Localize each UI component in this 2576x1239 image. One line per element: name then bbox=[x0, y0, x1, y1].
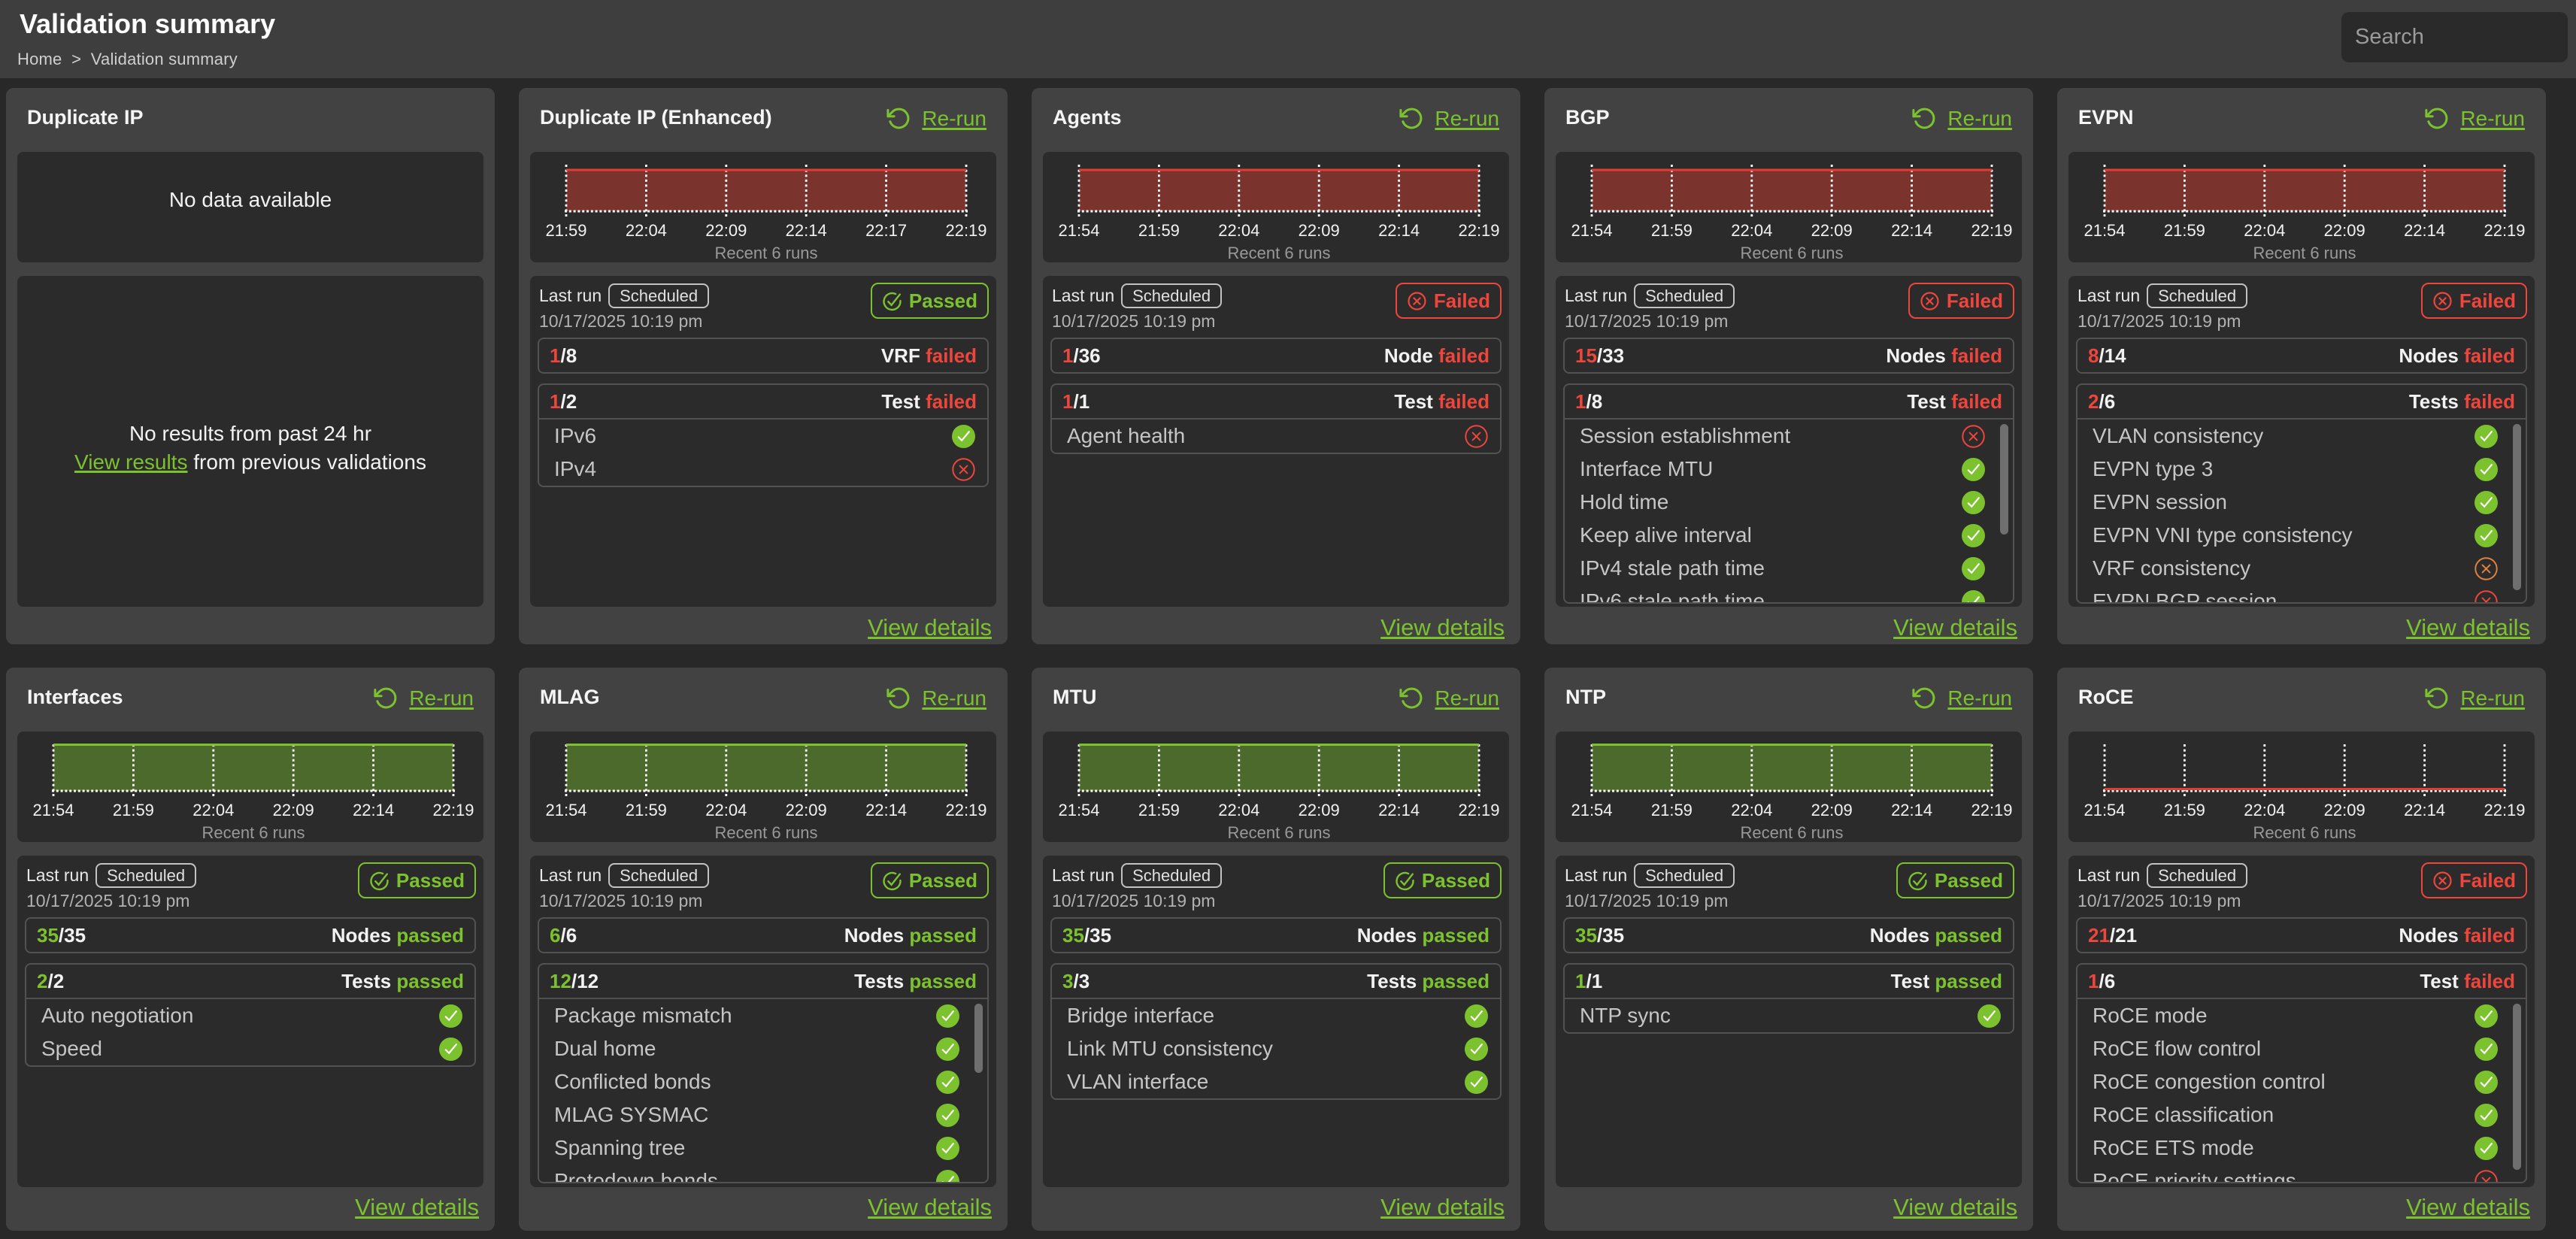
svg-text:22:09: 22:09 bbox=[1811, 801, 1853, 819]
svg-text:22:04: 22:04 bbox=[1731, 801, 1772, 819]
svg-text:22:09: 22:09 bbox=[1299, 221, 1340, 240]
svg-text:22:04: 22:04 bbox=[2244, 221, 2285, 240]
svg-text:22:17: 22:17 bbox=[865, 221, 907, 240]
svg-text:22:09: 22:09 bbox=[2324, 221, 2365, 240]
svg-text:22:09: 22:09 bbox=[1811, 221, 1853, 240]
svg-text:21:54: 21:54 bbox=[1571, 801, 1612, 819]
svg-text:22:14: 22:14 bbox=[786, 221, 827, 240]
svg-text:22:04: 22:04 bbox=[1218, 221, 1259, 240]
svg-text:21:54: 21:54 bbox=[1571, 221, 1612, 240]
svg-text:22:14: 22:14 bbox=[1891, 221, 1932, 240]
svg-text:Recent 6 runs: Recent 6 runs bbox=[202, 823, 305, 842]
svg-text:22:14: 22:14 bbox=[353, 801, 394, 819]
svg-text:21:59: 21:59 bbox=[626, 801, 667, 819]
svg-text:22:04: 22:04 bbox=[1731, 221, 1772, 240]
svg-text:22:04: 22:04 bbox=[2244, 801, 2285, 819]
svg-text:21:54: 21:54 bbox=[2084, 221, 2125, 240]
svg-text:Recent 6 runs: Recent 6 runs bbox=[2253, 823, 2356, 842]
svg-text:21:54: 21:54 bbox=[32, 801, 74, 819]
svg-text:22:19: 22:19 bbox=[1971, 801, 2012, 819]
svg-text:Recent 6 runs: Recent 6 runs bbox=[715, 823, 818, 842]
svg-text:22:19: 22:19 bbox=[2484, 221, 2525, 240]
svg-text:21:54: 21:54 bbox=[1058, 221, 1099, 240]
svg-text:22:04: 22:04 bbox=[705, 801, 747, 819]
svg-text:22:14: 22:14 bbox=[2404, 221, 2445, 240]
svg-text:21:59: 21:59 bbox=[1651, 801, 1693, 819]
svg-text:22:09: 22:09 bbox=[273, 801, 314, 819]
svg-text:21:59: 21:59 bbox=[1651, 221, 1693, 240]
svg-text:21:59: 21:59 bbox=[545, 221, 586, 240]
svg-text:21:54: 21:54 bbox=[545, 801, 586, 819]
svg-text:Recent 6 runs: Recent 6 runs bbox=[1228, 823, 1331, 842]
svg-text:22:04: 22:04 bbox=[1218, 801, 1259, 819]
svg-text:22:09: 22:09 bbox=[705, 221, 747, 240]
svg-text:22:19: 22:19 bbox=[1458, 801, 1499, 819]
svg-text:21:54: 21:54 bbox=[2084, 801, 2125, 819]
svg-text:22:19: 22:19 bbox=[945, 221, 986, 240]
svg-text:22:09: 22:09 bbox=[1299, 801, 1340, 819]
svg-text:21:59: 21:59 bbox=[2164, 801, 2205, 819]
svg-text:21:59: 21:59 bbox=[1138, 221, 1180, 240]
svg-text:Recent 6 runs: Recent 6 runs bbox=[2253, 244, 2356, 262]
svg-text:21:59: 21:59 bbox=[2164, 221, 2205, 240]
svg-text:Recent 6 runs: Recent 6 runs bbox=[715, 244, 818, 262]
svg-text:22:14: 22:14 bbox=[865, 801, 907, 819]
svg-text:22:14: 22:14 bbox=[1378, 221, 1420, 240]
svg-text:22:09: 22:09 bbox=[786, 801, 827, 819]
svg-text:22:14: 22:14 bbox=[1378, 801, 1420, 819]
svg-text:Recent 6 runs: Recent 6 runs bbox=[1741, 244, 1844, 262]
svg-text:22:09: 22:09 bbox=[2324, 801, 2365, 819]
svg-text:22:14: 22:14 bbox=[2404, 801, 2445, 819]
svg-text:21:59: 21:59 bbox=[1138, 801, 1180, 819]
svg-text:22:14: 22:14 bbox=[1891, 801, 1932, 819]
svg-text:22:19: 22:19 bbox=[2484, 801, 2525, 819]
svg-text:22:04: 22:04 bbox=[626, 221, 667, 240]
svg-text:Recent 6 runs: Recent 6 runs bbox=[1228, 244, 1331, 262]
svg-text:22:04: 22:04 bbox=[192, 801, 234, 819]
svg-text:21:59: 21:59 bbox=[113, 801, 154, 819]
svg-text:21:54: 21:54 bbox=[1058, 801, 1099, 819]
svg-text:22:19: 22:19 bbox=[945, 801, 986, 819]
svg-text:22:19: 22:19 bbox=[1458, 221, 1499, 240]
svg-text:22:19: 22:19 bbox=[432, 801, 474, 819]
svg-text:Recent 6 runs: Recent 6 runs bbox=[1741, 823, 1844, 842]
svg-text:22:19: 22:19 bbox=[1971, 221, 2012, 240]
